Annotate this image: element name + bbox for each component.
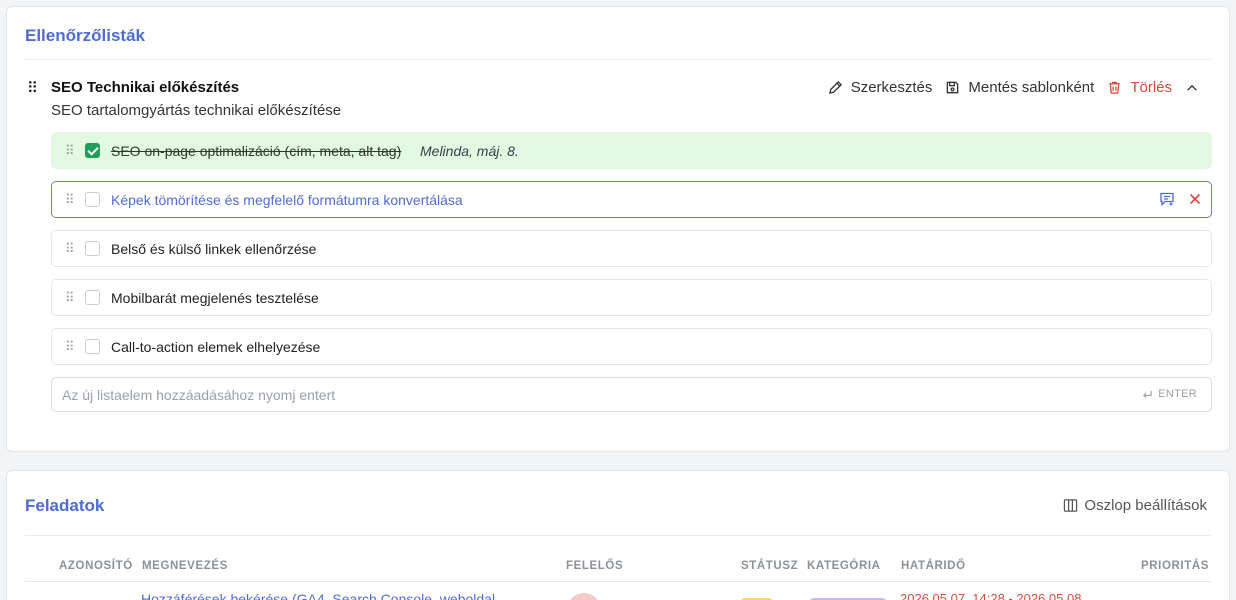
item-checkbox[interactable] — [85, 290, 100, 305]
task-name-link[interactable]: Hozzáférések bekérése (GA4, Search Conso… — [141, 591, 495, 600]
column-header-category[interactable]: KATEGÓRIA — [807, 560, 881, 572]
edit-label: Szerkesztés — [850, 79, 933, 96]
save-icon — [947, 81, 959, 94]
divider — [25, 535, 1211, 536]
drag-handle-icon[interactable]: ⠿ — [27, 81, 38, 96]
checklist-item[interactable]: ⠿ Belső és külső linkek ellenőrzése — [51, 230, 1212, 267]
checklist-item[interactable]: ⠿ Képek tömörítése és megfelelő formátum… — [51, 181, 1212, 218]
drag-handle-icon[interactable]: ⠿ — [65, 340, 74, 353]
pencil-icon — [828, 80, 842, 95]
item-checkbox[interactable] — [85, 241, 100, 256]
drag-handle-icon[interactable]: ⠿ — [65, 193, 74, 206]
chevron-up-icon[interactable] — [1185, 81, 1199, 95]
item-tools — [1159, 191, 1203, 207]
column-header-deadline[interactable]: HATÁRIDŐ — [901, 560, 966, 572]
drag-handle-icon[interactable]: ⠿ — [65, 144, 74, 157]
new-item-input[interactable] — [52, 378, 1211, 411]
column-settings-label: Oszlop beállítások — [1084, 497, 1207, 514]
checklist-item[interactable]: ⠿ Mobilbarát megjelenés tesztelése — [51, 279, 1212, 316]
delete-label: Törlés — [1130, 79, 1172, 96]
checklist-title: SEO Technikai előkészítés — [51, 79, 240, 96]
enter-hint: ENTER — [1142, 388, 1197, 400]
divider — [25, 59, 1211, 60]
new-item-field: ENTER — [51, 377, 1212, 412]
table-header-divider — [25, 581, 1211, 582]
delete-button[interactable]: Törlés — [1107, 79, 1172, 96]
item-text[interactable]: Képek tömörítése és megfelelő formátumra… — [111, 192, 463, 208]
item-meta: Melinda, máj. 8. — [420, 143, 519, 159]
column-settings-button[interactable]: Oszlop beállítások — [1063, 497, 1207, 514]
column-header-owner[interactable]: FELELŐS — [566, 560, 623, 572]
item-checkbox[interactable] — [85, 143, 100, 158]
item-text: Call-to-action elemek elhelyezése — [111, 339, 321, 355]
item-checkbox[interactable] — [85, 192, 100, 207]
checklists-title: Ellenőrzőlisták — [25, 26, 145, 45]
save-template-button[interactable]: Mentés sablonként — [945, 79, 1094, 96]
columns-icon — [1064, 499, 1078, 512]
item-text: Belső és külső linkek ellenőrzése — [111, 241, 317, 257]
task-deadline: 2026.05.07. 14:28 - 2026.05.08. — [900, 591, 1086, 600]
drag-handle-icon[interactable]: ⠿ — [65, 291, 74, 304]
item-checkbox[interactable] — [85, 339, 100, 354]
column-header-id[interactable]: AZONOSÍTÓ — [59, 560, 133, 572]
item-text: SEO on-page optimalizáció (cím, meta, al… — [111, 143, 402, 159]
close-icon[interactable] — [1187, 191, 1203, 207]
column-header-status[interactable]: STÁTUSZ — [741, 560, 798, 572]
save-template-label: Mentés sablonként — [968, 79, 1095, 96]
enter-icon — [1143, 390, 1152, 398]
tasks-title: Feladatok — [25, 496, 105, 515]
drag-handle-icon[interactable]: ⠿ — [65, 242, 74, 255]
edit-button[interactable]: Szerkesztés — [828, 79, 933, 96]
checklist-actions: Szerkesztés Mentés sablonként Törlés — [828, 79, 1199, 96]
trash-icon — [1109, 81, 1120, 94]
comment-add-icon[interactable] — [1159, 191, 1175, 207]
checklist-item[interactable]: ⠿ SEO on-page optimalizáció (cím, meta, … — [51, 132, 1212, 169]
column-header-name[interactable]: MEGNEVEZÉS — [142, 560, 228, 572]
checklist-subtitle: SEO tartalomgyártás technikai előkészíté… — [51, 102, 342, 119]
checklist-item[interactable]: ⠿ Call-to-action elemek elhelyezése — [51, 328, 1212, 365]
column-header-priority[interactable]: PRIORITÁS — [1141, 560, 1209, 572]
enter-hint-label: ENTER — [1158, 388, 1197, 400]
checklists-card: Ellenőrzőlisták ⠿ SEO Technikai előkészí… — [6, 6, 1230, 452]
tasks-card: Feladatok Oszlop beállítások AZONOSÍTÓ M… — [6, 470, 1230, 600]
avatar — [567, 593, 601, 600]
item-text: Mobilbarát megjelenés tesztelése — [111, 290, 319, 306]
